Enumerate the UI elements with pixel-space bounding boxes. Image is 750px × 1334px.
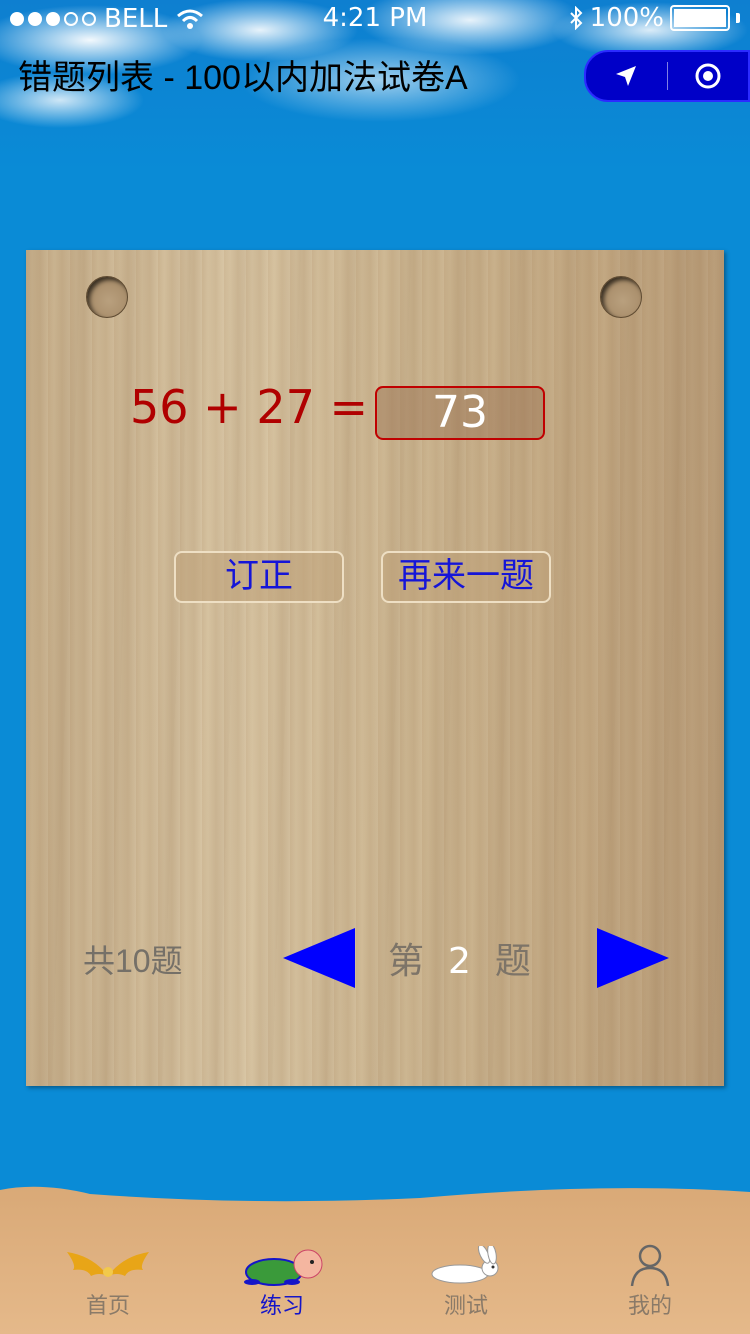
- page-number: 2: [448, 941, 471, 982]
- page-title: 错题列表 - 100以内加法试卷A: [18, 59, 468, 97]
- page-indicator: 第2题: [388, 932, 531, 984]
- rabbit-icon: [431, 1246, 499, 1284]
- correct-button[interactable]: 订正: [174, 551, 344, 603]
- total-count: 共10题: [83, 943, 183, 979]
- close-target-button[interactable]: [668, 52, 749, 100]
- tab-home[interactable]: 首页: [48, 1242, 168, 1320]
- tab-test-label: 测试: [443, 1293, 488, 1318]
- answer-input[interactable]: 73: [375, 386, 545, 440]
- tab-test[interactable]: 测试: [406, 1242, 526, 1320]
- location-arrow-icon: [616, 66, 637, 86]
- wings-icon: [67, 1252, 149, 1277]
- tab-mine[interactable]: 我的: [590, 1242, 710, 1320]
- tab-home-label: 首页: [85, 1293, 130, 1318]
- page-suffix: 题: [494, 941, 531, 982]
- tab-practice-label: 练习: [259, 1293, 304, 1318]
- wooden-board: 56 + 27 = 73 订正 再来一题 共10题 第2题: [26, 250, 724, 1086]
- equation-text: 56 + 27 =: [130, 380, 369, 434]
- location-button[interactable]: [586, 52, 667, 100]
- mini-program-capsule: [584, 50, 750, 102]
- retry-button[interactable]: 再来一题: [381, 551, 551, 603]
- tab-mine-label: 我的: [627, 1293, 672, 1318]
- page-prefix: 第: [388, 941, 425, 982]
- board-hole-left: [86, 276, 128, 318]
- prev-arrow-icon[interactable]: [283, 928, 355, 988]
- battery-icon: [670, 5, 730, 31]
- board-hole-right: [600, 276, 642, 318]
- person-icon: [630, 1244, 670, 1286]
- target-icon: [695, 63, 721, 89]
- turtle-icon: [244, 1249, 323, 1286]
- next-arrow-icon[interactable]: [597, 928, 669, 988]
- status-bar: BELL 4:21 PM 100%: [0, 0, 750, 38]
- battery-percent: 100%: [589, 3, 664, 33]
- bluetooth-icon: [569, 6, 583, 30]
- tab-practice[interactable]: 练习: [222, 1242, 342, 1320]
